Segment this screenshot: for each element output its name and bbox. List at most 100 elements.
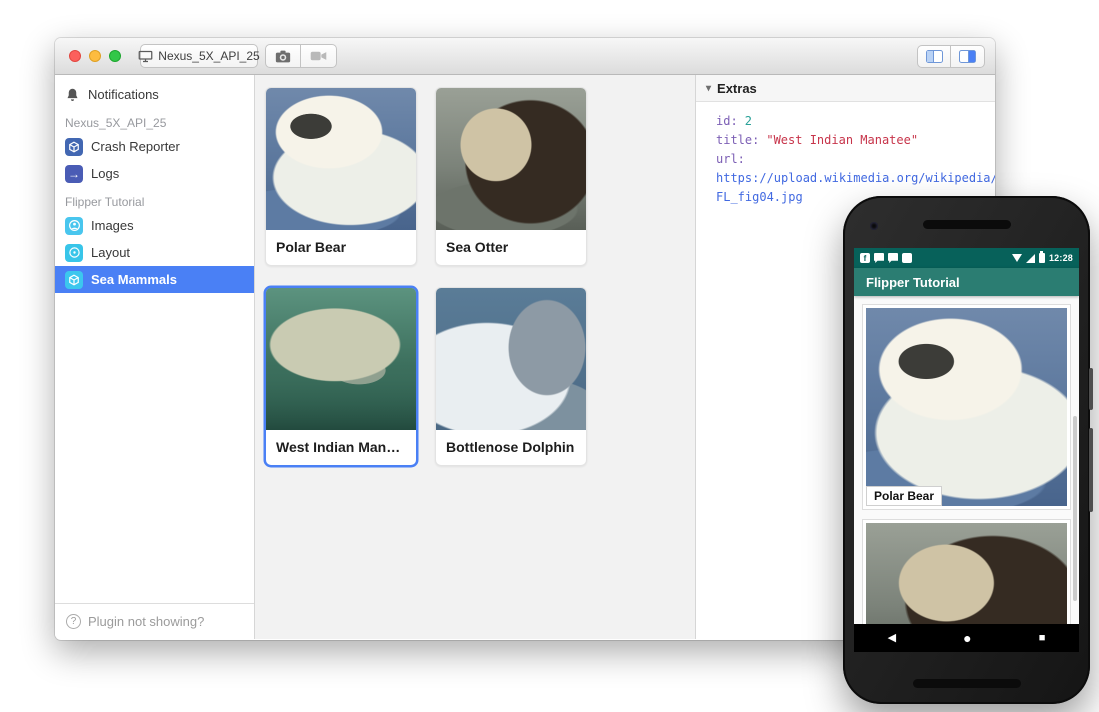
- sidebar-item-layout[interactable]: Layout: [55, 239, 254, 266]
- android-nav-bar: ◀ ● ■: [854, 624, 1079, 652]
- screen-record-button[interactable]: [301, 44, 337, 68]
- plugin-help-link[interactable]: ? Plugin not showing?: [55, 603, 254, 639]
- back-button[interactable]: ◀: [888, 633, 896, 644]
- home-button[interactable]: ●: [963, 631, 971, 645]
- sea-mammals-cube-icon: [65, 271, 83, 289]
- dolphin-photo: [436, 288, 586, 430]
- sidebar-item-images[interactable]: Images: [55, 212, 254, 239]
- screenshot-button[interactable]: [265, 44, 301, 68]
- phone-card-sea-otter[interactable]: [862, 519, 1071, 624]
- card-title: Polar Bear: [266, 230, 416, 265]
- sidebar-item-label: Logs: [91, 166, 119, 181]
- sidebar-item-crash-reporter[interactable]: Crash Reporter: [55, 133, 254, 160]
- card-grid: Polar Bear Sea Otter West Indian Manatee…: [255, 75, 695, 478]
- extras-panel-title: Extras: [717, 81, 757, 96]
- monitor-icon: [138, 50, 153, 63]
- toggle-left-sidebar-button[interactable]: [917, 45, 951, 68]
- zoom-button[interactable]: [109, 50, 121, 62]
- volume-rocker[interactable]: [1089, 428, 1093, 512]
- json-url-value: https://upload.wikimedia.org/wikipedia/c…: [716, 171, 995, 185]
- help-icon: ?: [66, 614, 81, 629]
- android-status-bar: f 12:28: [854, 248, 1079, 268]
- disclosure-triangle-icon: ▾: [706, 83, 711, 94]
- sea-otter-photo: [866, 523, 1067, 624]
- bottom-speaker: [913, 679, 1021, 688]
- lock-icon: [902, 253, 912, 263]
- json-key: title:: [716, 133, 759, 147]
- card-sea-otter[interactable]: Sea Otter: [435, 87, 587, 266]
- window-controls: [69, 50, 121, 62]
- device-screen: f 12:28 Flipper Tutorial Polar Bear: [854, 248, 1079, 652]
- card-title: Bottlenose Dolphin: [436, 430, 586, 465]
- card-title: West Indian Manatee: [266, 430, 416, 465]
- json-number-value: 2: [745, 114, 752, 128]
- target-icon: [65, 244, 83, 262]
- sidebar-item-notifications[interactable]: Notifications: [55, 81, 254, 108]
- camera-icon: [275, 50, 291, 63]
- device-selector-label: Nexus_5X_API_25: [158, 49, 259, 63]
- json-line-title: title: "West Indian Manatee": [716, 131, 995, 150]
- json-line-url-key: url:: [716, 150, 995, 169]
- card-bottlenose-dolphin[interactable]: Bottlenose Dolphin: [435, 287, 587, 466]
- sidebar-item-sea-mammals[interactable]: Sea Mammals: [55, 266, 254, 293]
- sidebar-item-logs[interactable]: → Logs: [55, 160, 254, 187]
- recents-button[interactable]: ■: [1039, 633, 1046, 644]
- front-camera-dot: [870, 222, 878, 230]
- power-button[interactable]: [1089, 368, 1093, 410]
- wifi-icon: [1012, 254, 1022, 262]
- chat-icon: [874, 253, 884, 263]
- sidebar-item-label: Images: [91, 218, 134, 233]
- sea-otter-photo: [436, 88, 586, 230]
- signal-icon: [1026, 254, 1035, 263]
- battery-icon: [1039, 253, 1045, 263]
- sidebar-section-device: Nexus_5X_API_25: [55, 108, 254, 133]
- right-panel-icon: [959, 50, 976, 63]
- card-polar-bear[interactable]: Polar Bear: [265, 87, 417, 266]
- bell-icon: [65, 87, 80, 103]
- sidebar-item-label: Notifications: [88, 87, 159, 102]
- titlebar: Nexus_5X_API_25: [55, 38, 995, 75]
- app-bar-title: Flipper Tutorial: [866, 275, 960, 290]
- chat-icon: [888, 253, 898, 263]
- sidebar-item-label: Layout: [91, 245, 130, 260]
- phone-card-label: Polar Bear: [866, 486, 942, 506]
- plugin-help-label: Plugin not showing?: [88, 614, 204, 629]
- json-line-url-1: https://upload.wikimedia.org/wikipedia/c…: [716, 169, 995, 188]
- manatee-photo: [266, 288, 416, 430]
- capture-button-group: [265, 44, 337, 68]
- json-key: id:: [716, 114, 738, 128]
- crash-reporter-cube-icon: [65, 138, 83, 156]
- minimize-button[interactable]: [89, 50, 101, 62]
- logs-arrow-icon: →: [65, 165, 83, 183]
- plugin-sidebar: Notifications Nexus_5X_API_25 Crash Repo…: [55, 75, 255, 639]
- video-camera-icon: [310, 50, 327, 62]
- desktop-background: Nexus_5X_API_25: [0, 0, 1099, 712]
- polar-bear-photo: [866, 308, 1067, 506]
- app-bar: Flipper Tutorial: [854, 268, 1079, 296]
- status-bar-time: 12:28: [1049, 253, 1073, 263]
- polar-bear-photo: [266, 88, 416, 230]
- plugin-content-area: Polar Bear Sea Otter West Indian Manatee…: [255, 75, 695, 639]
- extras-json-view: id: 2 title: "West Indian Manatee" url: ht…: [696, 102, 995, 207]
- card-title: Sea Otter: [436, 230, 586, 265]
- panel-toggle-group: [917, 45, 985, 68]
- toggle-right-sidebar-button[interactable]: [951, 45, 985, 68]
- earpiece-speaker: [923, 220, 1011, 229]
- phone-card-polar-bear[interactable]: Polar Bear: [862, 304, 1071, 510]
- sidebar-item-label: Crash Reporter: [91, 139, 180, 154]
- card-west-indian-manatee[interactable]: West Indian Manatee: [265, 287, 417, 466]
- close-button[interactable]: [69, 50, 81, 62]
- android-device-mockup: f 12:28 Flipper Tutorial Polar Bear: [843, 196, 1090, 704]
- device-selector-button[interactable]: Nexus_5X_API_25: [140, 44, 258, 68]
- app-list-view: Polar Bear: [854, 296, 1079, 624]
- person-circle-icon: [65, 217, 83, 235]
- scrollbar-thumb[interactable]: [1073, 416, 1077, 601]
- json-line-id: id: 2: [716, 112, 995, 131]
- sidebar-item-label: Sea Mammals: [91, 272, 177, 287]
- sidebar-section-app: Flipper Tutorial: [55, 187, 254, 212]
- left-panel-icon: [926, 50, 943, 63]
- json-string-value: "West Indian Manatee": [766, 133, 918, 147]
- extras-panel-header[interactable]: ▾ Extras: [696, 75, 995, 102]
- json-url-value: FL_fig04.jpg: [716, 190, 803, 204]
- facebook-icon: f: [860, 253, 870, 263]
